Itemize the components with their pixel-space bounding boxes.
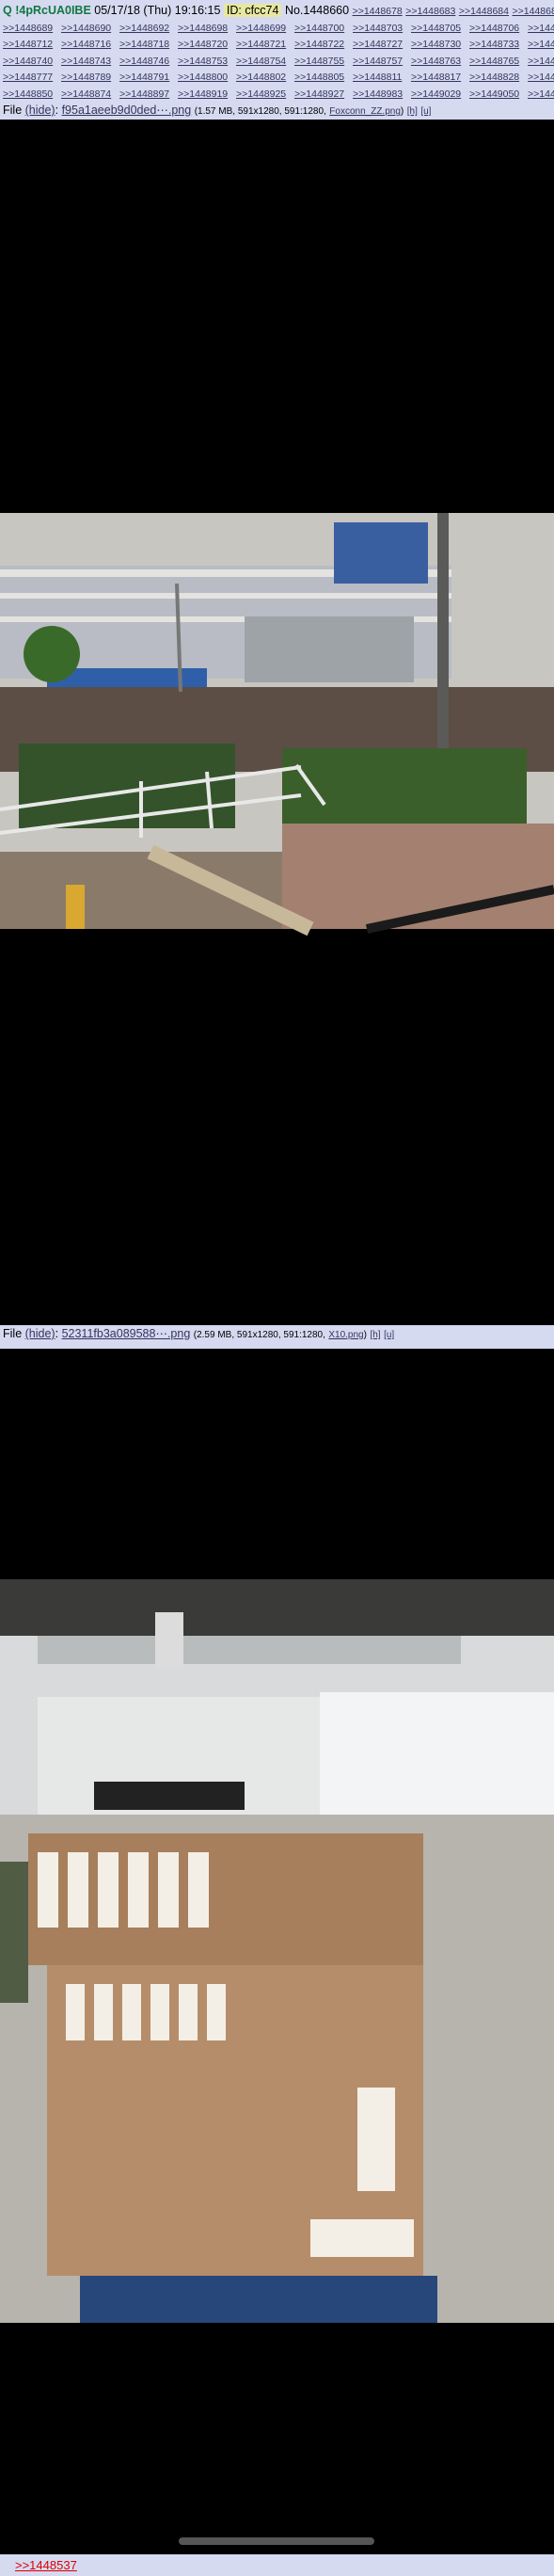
reply-link[interactable]: >>1448743 [61,54,119,69]
reply-link[interactable]: >>1448716 [61,37,119,52]
file-name-link[interactable]: 52311fb3a089588⋯.png [62,1327,191,1340]
reply-link[interactable]: >>1448983 [353,87,411,102]
reply-link[interactable]: >>1448757 [353,54,411,69]
reply-link[interactable]: >>1448689 [3,21,61,36]
reply-link[interactable]: >>1448718 [119,37,178,52]
reply-link[interactable]: >>1448703 [353,21,411,36]
reply-link[interactable]: >>1448811 [353,70,411,85]
post-info-line: Q !4pRcUA0IBE 05/17/18 (Thu) 19:16:15 ID… [3,2,554,19]
u-link[interactable]: [u] [420,106,431,117]
hide-link[interactable]: (hide) [25,104,55,117]
reply-link[interactable]: >>1448919 [178,87,236,102]
reply-link[interactable]: >>1448712 [3,37,61,52]
reply-link[interactable]: >>1448720 [178,37,236,52]
post-number[interactable]: No.1448660 [285,4,349,17]
reply-links: >>1448689 >>1448690 >>1448692 >>1448698 >>14… [3,21,554,102]
file-info-2: File (hide): 52311fb3a089588⋯.png (2.59 … [0,1325,554,1349]
file-info-1: File (hide): f95a1aeeb9d0ded⋯.png (1.57 … [3,104,432,118]
reply-link[interactable]: >>1448897 [119,87,178,102]
reply-link[interactable]: >>1448699 [236,21,294,36]
reply-link[interactable]: >>1449052 [528,87,554,102]
reply-link[interactable]: >>1448706 [469,21,528,36]
file-meta: (1.57 MB, 591x1280, 591:1280, [194,106,326,118]
home-indicator [179,2537,374,2545]
reply-link[interactable]: >>1448834 [528,70,554,85]
reply-link[interactable]: >>1448678 [353,6,403,17]
file-name-link[interactable]: f95a1aeeb9d0ded⋯.png [62,104,192,117]
reply-link[interactable]: >>1448755 [294,54,353,69]
hide-link[interactable]: (hide) [25,1327,55,1340]
warehouse-photo [0,1349,554,2554]
reply-link[interactable]: >>1449029 [411,87,469,102]
reply-link[interactable]: >>1448753 [178,54,236,69]
reply-link[interactable]: >>1448817 [411,70,469,85]
post-header: Q !4pRcUA0IBE 05/17/18 (Thu) 19:16:15 ID… [0,0,554,120]
file-label: File [3,1327,23,1340]
reply-link[interactable]: >>1448805 [294,70,353,85]
reply-link[interactable]: >>1448874 [61,87,119,102]
reply-link[interactable]: >>1448925 [236,87,294,102]
reply-link[interactable]: >>1448927 [294,87,353,102]
poster-id: !4pRcUA0IBE [15,4,91,17]
factory-photo [0,120,554,1325]
reply-link[interactable]: >>1448733 [469,37,528,52]
reply-link[interactable]: >>1448850 [3,87,61,102]
attached-image-foxconn-zz[interactable] [0,120,554,1325]
h-link[interactable]: [h] [407,106,418,117]
reply-link[interactable]: >>1448705 [411,21,469,36]
reply-link[interactable]: >>1449050 [469,87,528,102]
reply-link[interactable]: >>1448754 [236,54,294,69]
h-link[interactable]: [h] [370,1330,380,1340]
reply-link[interactable]: >>1448690 [61,21,119,36]
post-datetime: 05/17/18 (Thu) 19:16:15 [94,4,221,17]
reply-link[interactable]: >>1448730 [411,37,469,52]
reply-link[interactable]: >>1448736 [528,37,554,52]
reply-link[interactable]: >>1448684 [459,6,509,17]
reply-link[interactable]: >>1448765 [469,54,528,69]
reply-link[interactable]: >>1448766 [528,54,554,69]
reply-link[interactable]: >>1448746 [119,54,178,69]
id-badge[interactable]: ID: cfcc74 [223,4,282,17]
reply-link[interactable]: >>1448722 [294,37,353,52]
attached-image-x10[interactable] [0,1349,554,2554]
file-meta: (2.59 MB, 591x1280, 591:1280, [193,1330,325,1340]
reply-link[interactable]: >>1448700 [294,21,353,36]
reply-link[interactable]: >>1448802 [236,70,294,85]
reply-link[interactable]: >>1448763 [411,54,469,69]
reply-link[interactable]: >>1448692 [119,21,178,36]
reply-link[interactable]: >>1448727 [353,37,411,52]
footer-bar: >>1448537 [0,2554,554,2576]
q-icon: Q [3,4,12,17]
reply-link[interactable]: >>1448740 [3,54,61,69]
original-file-link[interactable]: Foxconn_ZZ.png [329,106,401,117]
original-file-link[interactable]: X10.png [328,1330,363,1340]
backlink[interactable]: >>1448537 [15,2558,77,2572]
reply-link[interactable]: >>1448828 [469,70,528,85]
reply-link[interactable]: >>1448721 [236,37,294,52]
reply-link[interactable]: >>1448777 [3,70,61,85]
reply-link[interactable]: >>1448791 [119,70,178,85]
reply-link[interactable]: >>1448789 [61,70,119,85]
u-link[interactable]: [u] [384,1330,394,1340]
reply-link[interactable]: >>1448683 [405,6,455,17]
file-label: File [3,104,23,118]
reply-link[interactable]: >>1448800 [178,70,236,85]
reply-link[interactable]: >>1448687 [512,6,554,17]
reply-link[interactable]: >>1448698 [178,21,236,36]
reply-link[interactable]: >>1448708 [528,21,554,36]
